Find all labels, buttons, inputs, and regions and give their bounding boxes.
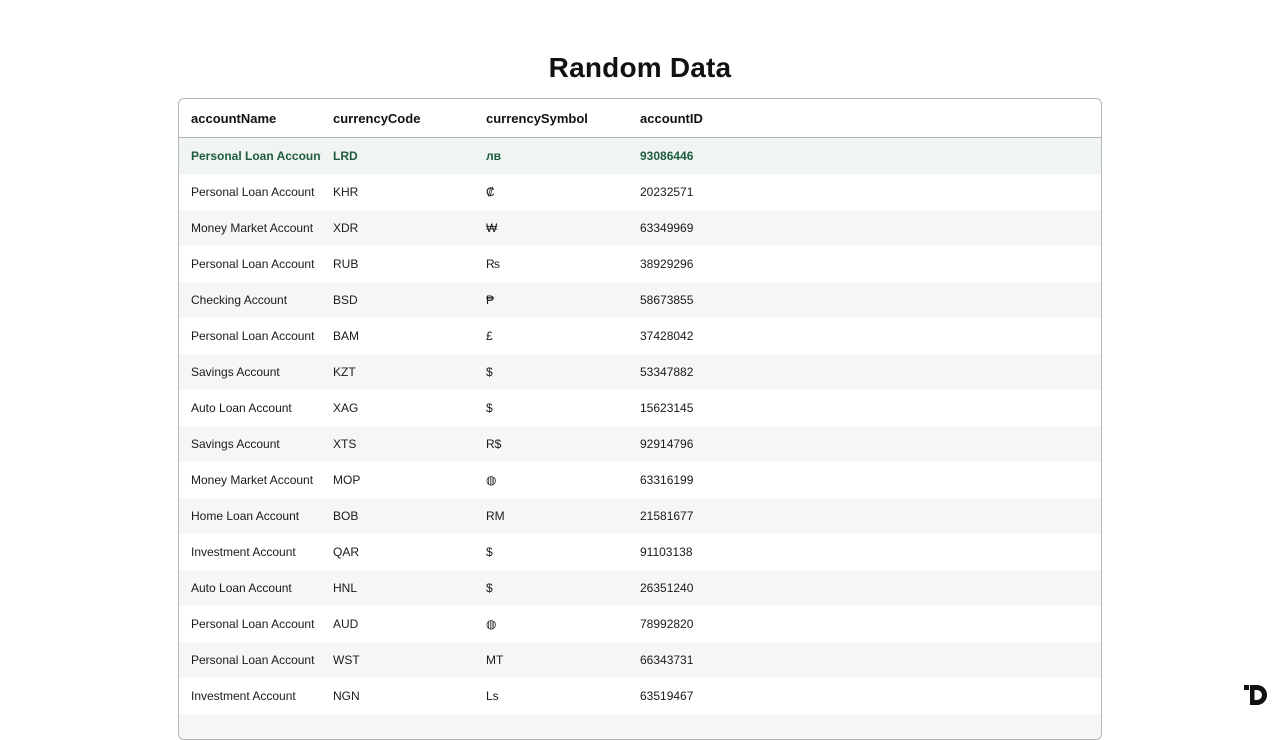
- table-row[interactable]: Investment AccountQAR$91103138: [179, 534, 1101, 570]
- account-id-cell: 66343731: [628, 642, 1101, 678]
- account-id-cell: 93086446: [628, 138, 1101, 175]
- currency-symbol-cell: ₱: [474, 282, 628, 318]
- account-name-cell: Auto Loan Account: [179, 390, 321, 426]
- table-row[interactable]: Personal Loan AccountWSTMT66343731: [179, 642, 1101, 678]
- currency-symbol-cell: $: [474, 534, 628, 570]
- account-name-cell: Personal Loan Account: [179, 246, 321, 282]
- currency-symbol-cell: лв: [474, 138, 628, 175]
- currency-code-cell: HNL: [321, 570, 474, 606]
- table-row[interactable]: Personal Loan AccountKHR₡20232571: [179, 174, 1101, 210]
- data-table: accountName currencyCode currencySymbol …: [179, 99, 1101, 740]
- currency-code-cell: QAR: [321, 534, 474, 570]
- currency-code-cell: NGN: [321, 678, 474, 714]
- account-id-cell: 58673855: [628, 282, 1101, 318]
- account-name-cell: [179, 714, 321, 740]
- account-name-cell: Money Market Account: [179, 462, 321, 498]
- currency-symbol-cell: ◍: [474, 606, 628, 642]
- table-row[interactable]: [179, 714, 1101, 740]
- currency-code-cell: WST: [321, 642, 474, 678]
- account-name-cell: Money Market Account: [179, 210, 321, 246]
- currency-symbol-cell: RM: [474, 498, 628, 534]
- currency-code-cell: LRD: [321, 138, 474, 175]
- currency-symbol-cell: ◍: [474, 462, 628, 498]
- currency-code-cell: [321, 714, 474, 740]
- account-id-cell: 63519467: [628, 678, 1101, 714]
- account-name-cell: Home Loan Account: [179, 498, 321, 534]
- account-id-cell: 91103138: [628, 534, 1101, 570]
- currency-code-cell: AUD: [321, 606, 474, 642]
- account-id-cell: 20232571: [628, 174, 1101, 210]
- currency-symbol-cell: MT: [474, 642, 628, 678]
- currency-symbol-cell: [474, 714, 628, 740]
- account-name-cell: Checking Account: [179, 282, 321, 318]
- currency-symbol-cell: ₡: [474, 174, 628, 210]
- account-id-cell: 53347882: [628, 354, 1101, 390]
- account-id-cell: 63316199: [628, 462, 1101, 498]
- brand-logo-icon: [1244, 684, 1268, 706]
- currency-code-cell: BSD: [321, 282, 474, 318]
- table-row[interactable]: Auto Loan AccountXAG$15623145: [179, 390, 1101, 426]
- table-header-row: accountName currencyCode currencySymbol …: [179, 99, 1101, 138]
- table-header: accountName currencyCode currencySymbol …: [179, 99, 1101, 138]
- currency-code-cell: XAG: [321, 390, 474, 426]
- account-name-cell: Personal Loan Account: [179, 606, 321, 642]
- currency-code-cell: MOP: [321, 462, 474, 498]
- currency-symbol-cell: R$: [474, 426, 628, 462]
- currency-code-cell: BOB: [321, 498, 474, 534]
- table-row[interactable]: Personal Loan AccountRUB₨38929296: [179, 246, 1101, 282]
- column-header-currency-code[interactable]: currencyCode: [321, 99, 474, 138]
- currency-code-cell: KZT: [321, 354, 474, 390]
- currency-symbol-cell: £: [474, 318, 628, 354]
- currency-symbol-cell: ₩: [474, 210, 628, 246]
- data-table-container: accountName currencyCode currencySymbol …: [178, 98, 1102, 740]
- page-title: Random Data: [0, 52, 1280, 84]
- currency-symbol-cell: $: [474, 354, 628, 390]
- account-name-cell: Investment Account: [179, 534, 321, 570]
- account-id-cell: 26351240: [628, 570, 1101, 606]
- table-row[interactable]: Investment AccountNGNLs63519467: [179, 678, 1101, 714]
- account-id-cell: 15623145: [628, 390, 1101, 426]
- table-row[interactable]: Money Market AccountXDR₩63349969: [179, 210, 1101, 246]
- account-id-cell: [628, 714, 1101, 740]
- currency-code-cell: KHR: [321, 174, 474, 210]
- account-name-cell: Personal Loan Account: [179, 318, 321, 354]
- account-id-cell: 78992820: [628, 606, 1101, 642]
- table-row[interactable]: Savings AccountXTSR$92914796: [179, 426, 1101, 462]
- table-row[interactable]: Home Loan AccountBOBRM21581677: [179, 498, 1101, 534]
- currency-code-cell: BAM: [321, 318, 474, 354]
- table-row[interactable]: Checking AccountBSD₱58673855: [179, 282, 1101, 318]
- account-id-cell: 21581677: [628, 498, 1101, 534]
- column-header-account-name[interactable]: accountName: [179, 99, 321, 138]
- account-name-cell: Personal Loan Account: [179, 138, 321, 175]
- currency-symbol-cell: $: [474, 570, 628, 606]
- table-row[interactable]: Auto Loan AccountHNL$26351240: [179, 570, 1101, 606]
- table-row[interactable]: Personal Loan AccountAUD◍78992820: [179, 606, 1101, 642]
- table-row[interactable]: Personal Loan AccountBAM£37428042: [179, 318, 1101, 354]
- account-name-cell: Savings Account: [179, 354, 321, 390]
- table-row[interactable]: Savings AccountKZT$53347882: [179, 354, 1101, 390]
- account-id-cell: 63349969: [628, 210, 1101, 246]
- table-row[interactable]: Money Market AccountMOP◍63316199: [179, 462, 1101, 498]
- currency-code-cell: XTS: [321, 426, 474, 462]
- column-header-currency-symbol[interactable]: currencySymbol: [474, 99, 628, 138]
- account-name-cell: Personal Loan Account: [179, 174, 321, 210]
- account-id-cell: 92914796: [628, 426, 1101, 462]
- currency-symbol-cell: Ls: [474, 678, 628, 714]
- currency-symbol-cell: ₨: [474, 246, 628, 282]
- account-id-cell: 38929296: [628, 246, 1101, 282]
- account-id-cell: 37428042: [628, 318, 1101, 354]
- account-name-cell: Personal Loan Account: [179, 642, 321, 678]
- account-name-cell: Auto Loan Account: [179, 570, 321, 606]
- currency-symbol-cell: $: [474, 390, 628, 426]
- currency-code-cell: XDR: [321, 210, 474, 246]
- table-body: Personal Loan AccountLRDлв93086446Person…: [179, 138, 1101, 740]
- table-row[interactable]: Personal Loan AccountLRDлв93086446: [179, 138, 1101, 175]
- column-header-account-id[interactable]: accountID: [628, 99, 1101, 138]
- account-name-cell: Investment Account: [179, 678, 321, 714]
- account-name-cell: Savings Account: [179, 426, 321, 462]
- currency-code-cell: RUB: [321, 246, 474, 282]
